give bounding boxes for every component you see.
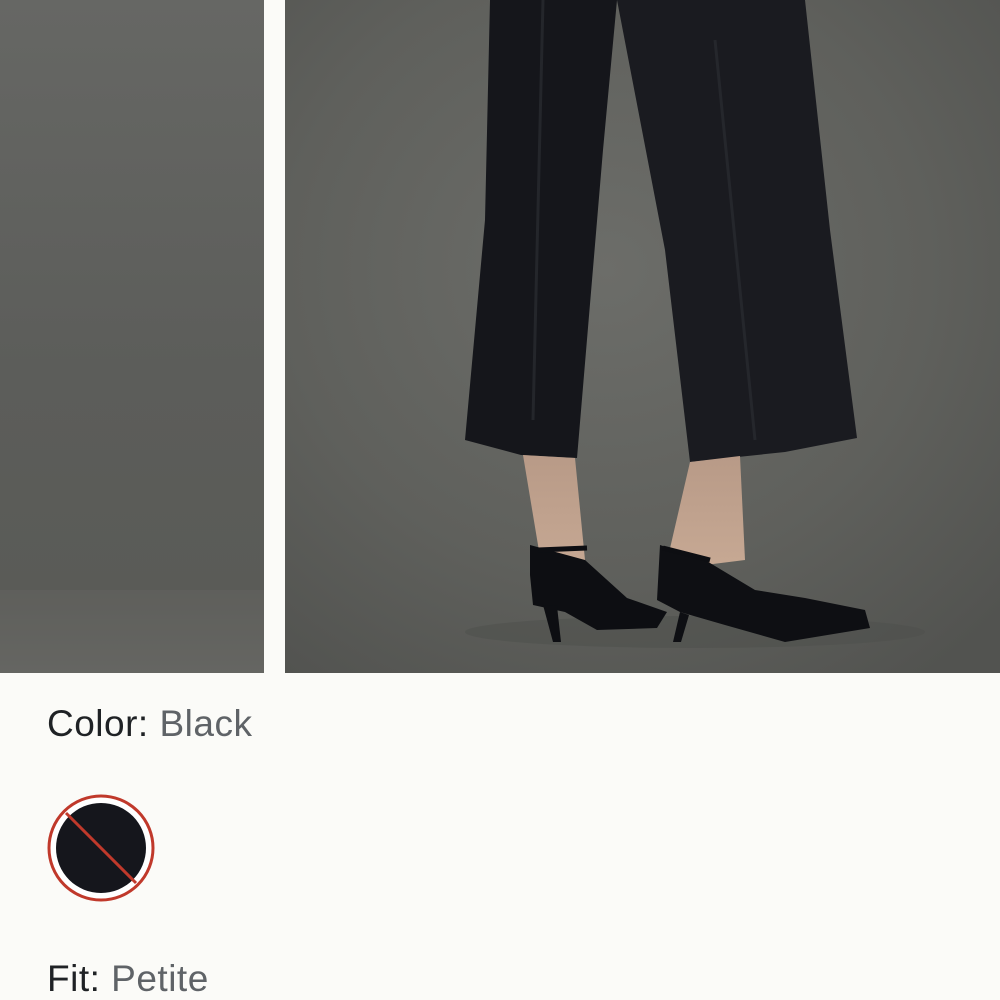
fit-label: Fit: [47, 958, 101, 999]
color-swatch-black[interactable] [46, 793, 156, 903]
product-image-gallery[interactable] [0, 0, 1000, 673]
product-image-side[interactable] [0, 0, 264, 673]
color-selector-label: Color: Black [47, 703, 252, 745]
selected-fit-value: Petite [111, 958, 209, 999]
unavailable-swatch-icon [47, 794, 155, 902]
selected-color-value: Black [159, 703, 253, 744]
product-page: Color: Black Fit: Petite [0, 0, 1000, 1000]
fit-selector-label: Fit: Petite [47, 958, 209, 1000]
backdrop-image [0, 0, 264, 673]
product-image-main[interactable] [285, 0, 1000, 673]
color-label: Color: [47, 703, 149, 744]
model-pants-image [285, 0, 1000, 673]
